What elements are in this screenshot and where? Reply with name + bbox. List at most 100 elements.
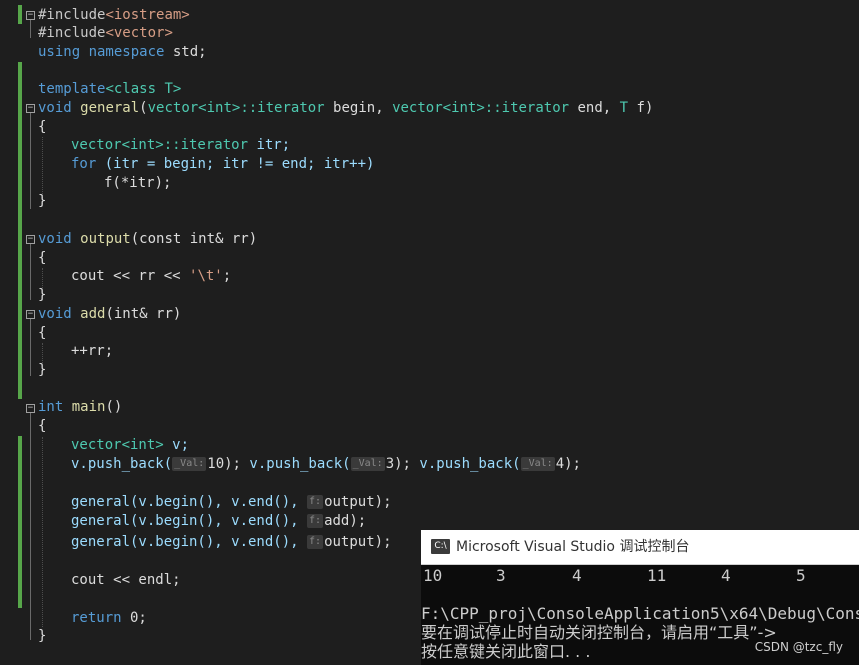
function-name: add bbox=[80, 306, 106, 322]
statement: ++rr; bbox=[71, 343, 114, 359]
keyword: using namespace bbox=[38, 44, 165, 60]
char-literal: '\t' bbox=[189, 268, 223, 284]
code-line: #include<vector> bbox=[38, 24, 173, 43]
code-line: vector<int> v; bbox=[71, 436, 189, 455]
change-bar bbox=[18, 5, 22, 24]
code-line: void general(vector<int>::iterator begin… bbox=[38, 100, 654, 116]
code-line: return 0; bbox=[71, 609, 147, 628]
fold-toggle[interactable]: − bbox=[26, 310, 35, 319]
parameter-hint: f: bbox=[307, 535, 324, 549]
keyword: void bbox=[38, 231, 72, 247]
argument: 10 bbox=[207, 456, 225, 472]
code-line: general(v.begin(), v.end(), f: output); bbox=[71, 493, 392, 512]
code-line: for (itr = begin; itr != end; itr++) bbox=[71, 155, 374, 174]
code-line: f(*itr); bbox=[104, 174, 171, 193]
code-line: int main() bbox=[38, 398, 122, 417]
method-call: v.push_back( bbox=[71, 456, 173, 472]
code-line: void add(int& rr) bbox=[38, 305, 181, 324]
method-call: v.push_back( bbox=[419, 456, 521, 472]
watermark: CSDN @tzc_fly bbox=[754, 640, 843, 654]
call-end: ); bbox=[374, 534, 392, 550]
fold-toggle[interactable]: − bbox=[26, 104, 35, 113]
brace: } bbox=[38, 287, 47, 303]
parameter-hint: _Val: bbox=[520, 457, 555, 471]
keyword: void bbox=[38, 100, 72, 116]
code-line: cout << endl; bbox=[71, 571, 181, 590]
type-name: vector<int> bbox=[71, 437, 164, 453]
indent-guide bbox=[42, 268, 43, 288]
indent-guide bbox=[42, 343, 43, 363]
param-list: (int& rr) bbox=[105, 306, 182, 322]
code-line: general(v.begin(), v.end(), f: add); bbox=[71, 512, 366, 531]
preprocessor-directive: #include bbox=[38, 7, 106, 23]
type-name: vector<int>::iterator bbox=[71, 137, 249, 153]
code-line: { bbox=[38, 118, 46, 137]
brace: } bbox=[38, 628, 47, 644]
param-name: f) bbox=[628, 100, 654, 116]
function-call: general(v.begin(), v.end(), bbox=[71, 513, 308, 529]
code-line: template<class T> bbox=[38, 80, 181, 99]
parameter-hint: _Val: bbox=[350, 457, 385, 471]
call-end: ); bbox=[394, 456, 411, 472]
console-press-key-line: 按任意键关闭此窗口. . . bbox=[421, 642, 591, 661]
code-line: using namespace std; bbox=[38, 43, 207, 62]
include-path: <vector> bbox=[105, 25, 173, 41]
code-line: general(v.begin(), v.end(), f: output); bbox=[71, 533, 392, 552]
fold-guide bbox=[30, 20, 31, 38]
code-line: { bbox=[38, 417, 46, 436]
statement: f(*itr); bbox=[104, 175, 172, 191]
call-end: ); bbox=[374, 494, 392, 510]
call-end: ); bbox=[224, 456, 241, 472]
variable: v; bbox=[163, 437, 190, 453]
argument: 3 bbox=[385, 456, 395, 472]
param-list: (const int& rr) bbox=[130, 231, 258, 247]
brace: } bbox=[38, 362, 47, 378]
parameter-hint: _Val: bbox=[172, 457, 207, 471]
fold-guide bbox=[30, 413, 31, 640]
brace: { bbox=[38, 418, 47, 434]
parameter-hint: f: bbox=[307, 495, 324, 509]
param-name: end, bbox=[569, 100, 620, 116]
parameter-hint: f: bbox=[307, 514, 324, 528]
function-call: general(v.begin(), v.end(), bbox=[71, 534, 308, 550]
code-line: vector<int>::iterator itr; bbox=[71, 136, 290, 155]
change-bar bbox=[18, 436, 22, 608]
function-name: general bbox=[80, 100, 140, 116]
function-name: main bbox=[71, 399, 106, 415]
type-name: vector<int>::iterator bbox=[147, 100, 325, 116]
fold-guide bbox=[30, 113, 31, 209]
console-hint-line: 要在调试停止时自动关闭控制台，请启用“工具”-> bbox=[421, 623, 777, 642]
call-end: ); bbox=[349, 513, 367, 529]
method-call: v.push_back( bbox=[249, 456, 351, 472]
template-param: <class T> bbox=[105, 81, 182, 97]
argument: output bbox=[324, 534, 375, 550]
keyword: template bbox=[38, 81, 106, 97]
semicolon: ; bbox=[222, 268, 232, 284]
function-call: general(v.begin(), v.end(), bbox=[71, 494, 308, 510]
keyword: int bbox=[38, 399, 64, 415]
code-line: { bbox=[38, 249, 46, 268]
fold-toggle[interactable]: − bbox=[26, 235, 35, 244]
fold-toggle[interactable]: − bbox=[26, 11, 35, 20]
include-path: <iostream> bbox=[105, 7, 190, 23]
keyword: for bbox=[71, 156, 97, 172]
type-name: T bbox=[619, 100, 629, 116]
brace: } bbox=[38, 193, 47, 209]
code-line: cout << rr << '\t'; bbox=[71, 267, 231, 286]
code-line: } bbox=[38, 361, 46, 380]
type-name: vector<int>::iterator bbox=[392, 100, 570, 116]
param-list: () bbox=[105, 399, 123, 415]
keyword: return bbox=[71, 610, 122, 626]
brace: { bbox=[38, 119, 47, 135]
fold-toggle[interactable]: − bbox=[26, 404, 35, 413]
fold-guide bbox=[30, 319, 31, 376]
argument: add bbox=[324, 513, 350, 529]
code-line: ++rr; bbox=[71, 342, 113, 361]
argument: output bbox=[324, 494, 375, 510]
code-line: } bbox=[38, 192, 46, 211]
param-name: begin, bbox=[324, 100, 393, 116]
code-line: { bbox=[38, 324, 46, 343]
change-bar bbox=[18, 62, 22, 399]
keyword: void bbox=[38, 306, 72, 322]
code-line: void output(const int& rr) bbox=[38, 230, 257, 249]
